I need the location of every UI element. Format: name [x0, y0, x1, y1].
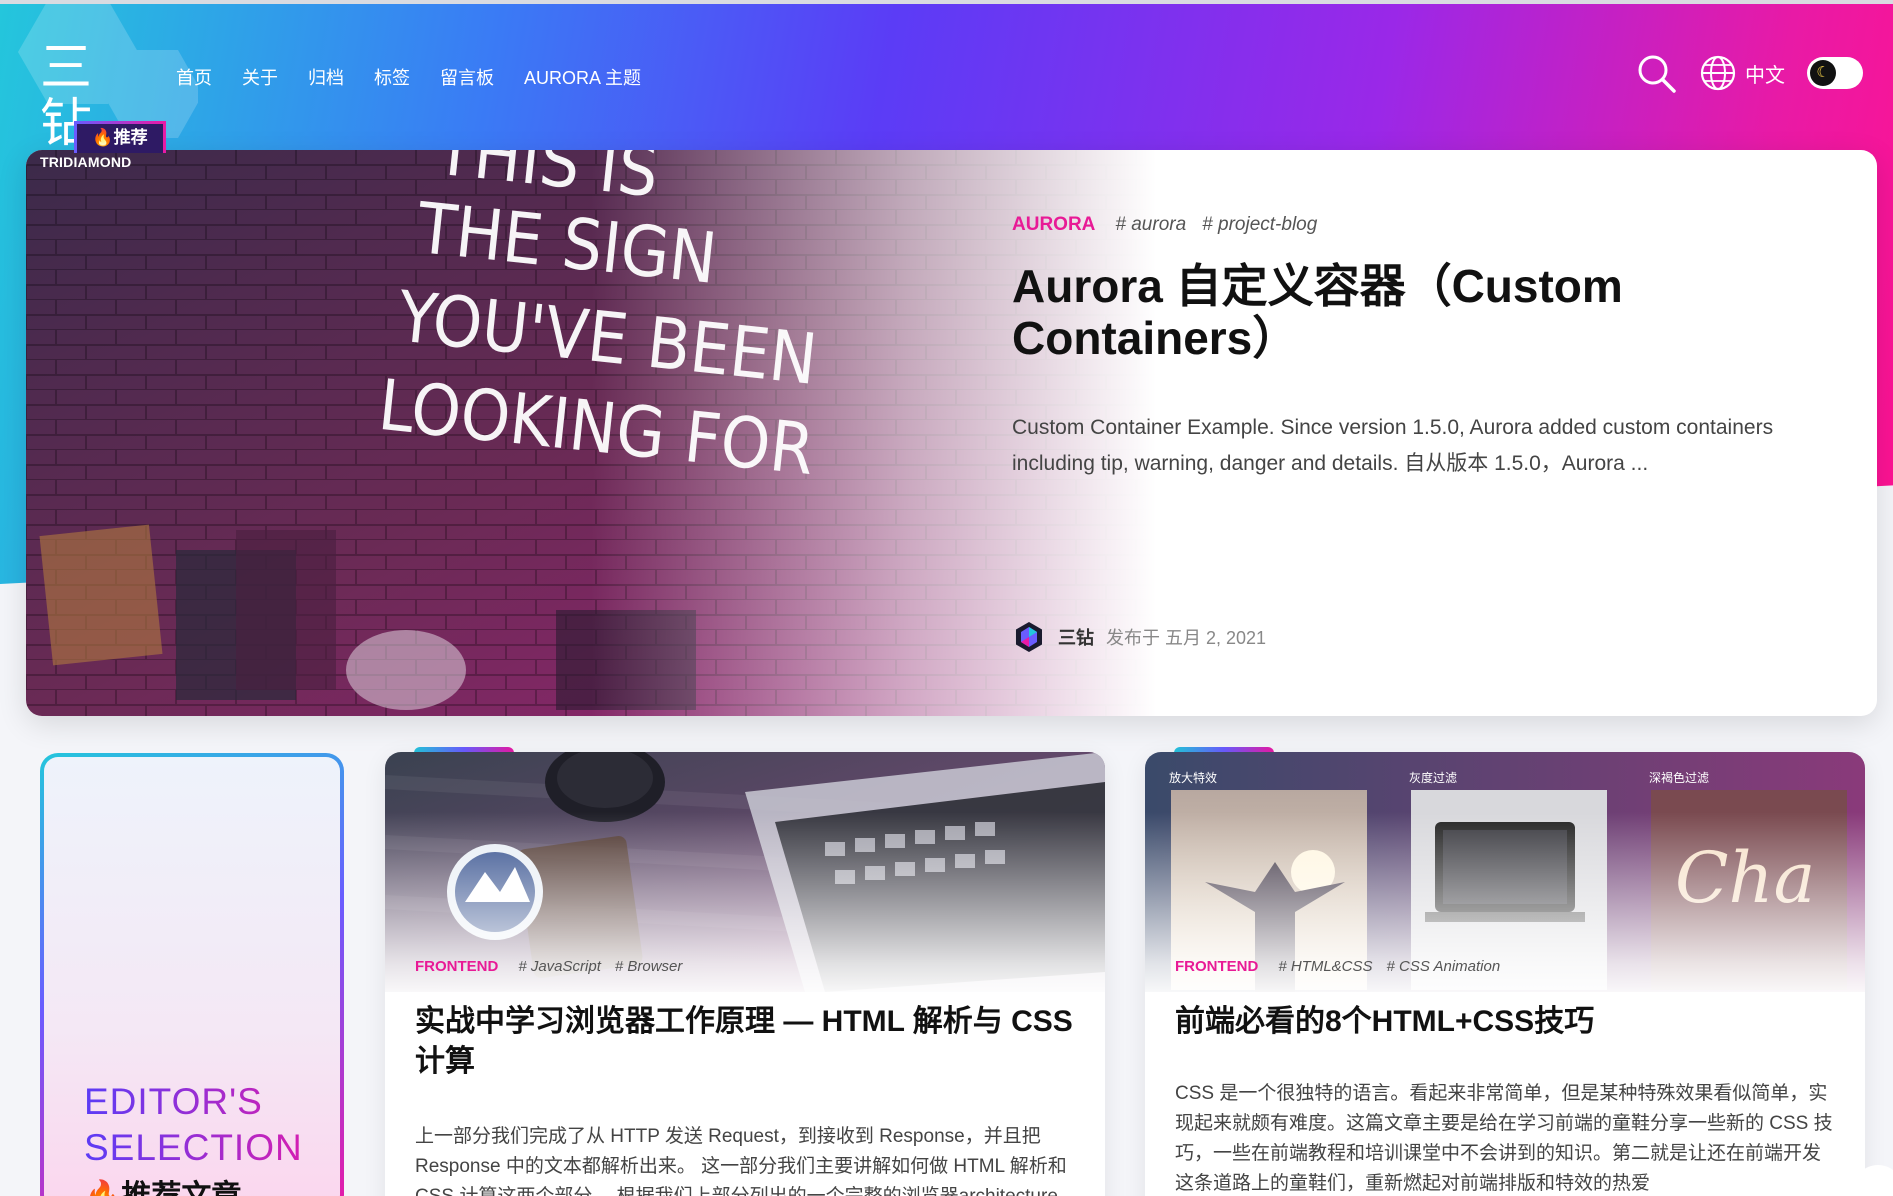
logo-subtitle: TRIDIAMOND	[40, 154, 132, 170]
card-title[interactable]: 实战中学习浏览器工作原理 — HTML 解析与 CSS 计算	[415, 1002, 1075, 1082]
featured-tag[interactable]: # project-blog	[1202, 214, 1317, 236]
nav-item-aurora-theme[interactable]: AURORA 主题	[524, 64, 641, 90]
nav-item-message-board[interactable]: 留言板	[440, 64, 494, 90]
image-label-sepia: 深褐色过滤	[1649, 770, 1709, 785]
card-excerpt: CSS 是一个很独特的语言。看起来非常简单，但是某种特殊效果看似简单，实现起来就…	[1175, 1083, 1833, 1194]
featured-author: 三钻 发布于 五月 2, 2021	[1012, 620, 1266, 654]
editor-selection-subtitle: 🔥推荐文章	[84, 1171, 241, 1196]
fire-icon: 🔥	[84, 1180, 121, 1196]
card-excerpt: 上一部分我们完成了从 HTTP 发送 Request，到接收到 Response…	[415, 1126, 1067, 1196]
card-tag[interactable]: # HTML&CSS	[1278, 958, 1372, 975]
card-tag[interactable]: # CSS Animation	[1387, 958, 1501, 975]
card-category[interactable]: FRONTEND	[415, 958, 498, 975]
card-meta: FRONTEND # HTML&CSS # CSS Animation	[1175, 958, 1514, 975]
window-top-border	[0, 0, 1893, 4]
featured-meta: AURORA # aurora # project-blog	[1012, 214, 1792, 236]
main-nav: 首页 关于 归档 标签 留言板 AURORA 主题	[176, 64, 671, 90]
featured-article-body: AURORA # aurora # project-blog Aurora 自定…	[1012, 214, 1792, 482]
card-title[interactable]: 前端必看的8个HTML+CSS技巧	[1175, 1002, 1835, 1042]
editor-selection-card: EDITOR'S SELECTION 🔥推荐文章	[40, 753, 344, 1196]
editor-selection-inner: EDITOR'S SELECTION 🔥推荐文章	[44, 757, 340, 1196]
header-controls: 中文 ☾	[1635, 52, 1863, 94]
featured-tag[interactable]: # aurora	[1115, 214, 1186, 236]
recommend-badge-label: 推荐	[113, 128, 148, 147]
featured-image-fade	[26, 150, 1156, 716]
card-tag[interactable]: # JavaScript	[518, 958, 601, 975]
nav-item-home[interactable]: 首页	[176, 64, 212, 90]
nav-item-tags[interactable]: 标签	[374, 64, 410, 90]
image-label-zoom: 放大特效	[1169, 770, 1217, 785]
nav-item-archives[interactable]: 归档	[308, 64, 344, 90]
editor-selection-title: EDITOR'S SELECTION	[84, 1079, 340, 1171]
image-label-grayscale: 灰度过滤	[1409, 770, 1457, 785]
article-card[interactable]: FRONTEND # JavaScript # Browser 实战中学习浏览器…	[385, 752, 1105, 1196]
article-card[interactable]: 放大特效 灰度过滤 深褐色过滤 Cha FRONTEND # HTML&CSS …	[1145, 752, 1865, 1196]
search-icon[interactable]	[1635, 52, 1677, 94]
card-meta: FRONTEND # JavaScript # Browser	[415, 958, 696, 975]
dark-mode-toggle[interactable]: ☾	[1807, 57, 1863, 89]
nav-item-about[interactable]: 关于	[242, 64, 278, 90]
globe-icon[interactable]	[1699, 54, 1737, 92]
publish-date: 发布于 五月 2, 2021	[1106, 628, 1267, 648]
card-tag[interactable]: # Browser	[615, 958, 683, 975]
language-selector[interactable]: 中文	[1745, 59, 1785, 88]
editor-subtitle-label: 推荐文章	[121, 1180, 241, 1196]
moon-icon: ☾	[1810, 60, 1836, 86]
avatar[interactable]	[1012, 620, 1046, 654]
recommend-badge: 🔥推荐	[74, 121, 166, 153]
featured-article-card[interactable]: THIS IS THE SIGN YOU'VE BEEN LOOKING FOR…	[26, 150, 1877, 716]
author-name[interactable]: 三钻	[1058, 624, 1094, 650]
featured-title[interactable]: Aurora 自定义容器（Custom Containers）	[1012, 260, 1792, 364]
featured-excerpt: Custom Container Example. Since version …	[1012, 416, 1774, 475]
featured-category[interactable]: AURORA	[1012, 214, 1095, 236]
fire-icon: 🔥	[92, 128, 114, 147]
card-category[interactable]: FRONTEND	[1175, 958, 1258, 975]
